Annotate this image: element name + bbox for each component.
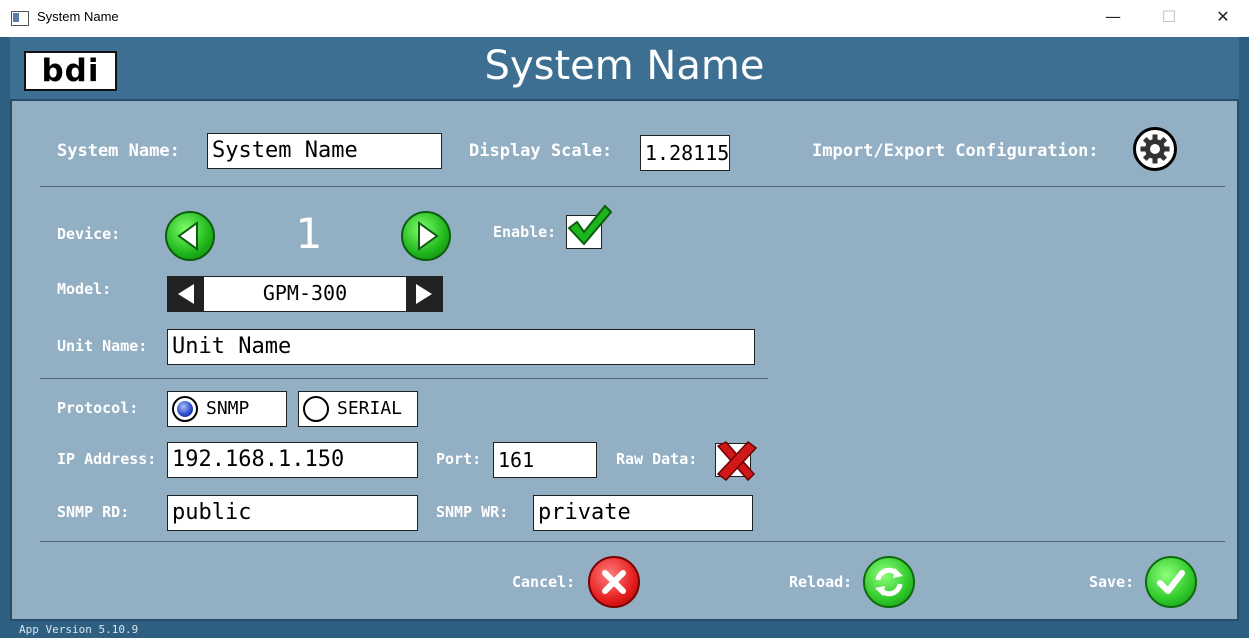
- window-titlebar: System Name — ☐ ✕: [0, 0, 1249, 37]
- ip-address-input[interactable]: 192.168.1.150: [167, 442, 418, 478]
- check-icon: [1157, 570, 1185, 594]
- cancel-label: Cancel:: [512, 573, 576, 591]
- import-export-label: Import/Export Configuration:: [812, 141, 1099, 161]
- maximize-button[interactable]: ☐: [1146, 0, 1192, 34]
- system-name-label: System Name:: [57, 141, 180, 161]
- model-label: Model:: [57, 280, 112, 298]
- system-name-input[interactable]: System Name: [207, 133, 442, 169]
- x-mark-icon: [716, 440, 758, 482]
- divider: [40, 541, 1225, 542]
- radio-unselected-icon: [303, 396, 329, 422]
- protocol-serial-radio[interactable]: SERIAL: [298, 391, 418, 427]
- device-prev-button[interactable]: [165, 211, 215, 261]
- radio-selected-icon: [172, 396, 198, 422]
- model-next-arrow[interactable]: [406, 277, 442, 311]
- unit-name-input[interactable]: Unit Name: [167, 329, 755, 365]
- app-frame: bdi System Name System Name: System Name…: [0, 37, 1249, 638]
- reload-label: Reload:: [789, 573, 853, 591]
- save-button[interactable]: [1145, 556, 1197, 608]
- unit-name-label: Unit Name:: [57, 337, 148, 355]
- port-input[interactable]: 161: [493, 442, 597, 478]
- close-button[interactable]: ✕: [1200, 0, 1246, 34]
- settings-panel: System Name: System Name Display Scale: …: [10, 99, 1239, 621]
- reload-button[interactable]: [863, 556, 915, 608]
- raw-data-label: Raw Data:: [616, 450, 698, 468]
- window-title: System Name: [37, 9, 119, 24]
- check-icon: [567, 204, 613, 246]
- protocol-serial-label: SERIAL: [337, 398, 403, 419]
- refresh-icon: [875, 567, 903, 597]
- header-bar: bdi System Name: [10, 37, 1239, 99]
- protocol-snmp-radio[interactable]: SNMP: [167, 391, 287, 427]
- divider: [40, 378, 768, 379]
- snmp-wr-label: SNMP WR:: [436, 503, 509, 521]
- snmp-wr-input[interactable]: private: [533, 495, 753, 531]
- app-window-icon: [11, 11, 29, 26]
- model-selector[interactable]: GPM-300: [167, 276, 443, 312]
- divider: [40, 186, 1225, 187]
- save-label: Save:: [1089, 573, 1135, 591]
- raw-data-checkbox[interactable]: [715, 440, 758, 482]
- display-scale-label: Display Scale:: [469, 141, 613, 161]
- enable-label: Enable:: [493, 223, 557, 241]
- model-prev-arrow[interactable]: [168, 277, 204, 311]
- protocol-label: Protocol:: [57, 399, 139, 417]
- x-icon: [602, 570, 626, 594]
- device-next-button[interactable]: [401, 211, 451, 261]
- minimize-button[interactable]: —: [1090, 0, 1136, 34]
- ip-address-label: IP Address:: [57, 450, 157, 468]
- app-version: App Version 5.10.9: [19, 623, 139, 636]
- page-title: System Name: [484, 43, 765, 89]
- display-scale-input[interactable]: 1.28115: [640, 135, 730, 171]
- enable-checkbox[interactable]: [566, 204, 613, 249]
- gear-icon[interactable]: [1133, 127, 1177, 171]
- protocol-snmp-label: SNMP: [206, 398, 250, 419]
- device-number: 1: [295, 209, 323, 258]
- snmp-rd-label: SNMP RD:: [57, 503, 130, 521]
- snmp-rd-input[interactable]: public: [167, 495, 418, 531]
- port-label: Port:: [436, 450, 482, 468]
- model-value: GPM-300: [262, 281, 348, 305]
- device-label: Device:: [57, 225, 121, 243]
- cancel-button[interactable]: [588, 556, 640, 608]
